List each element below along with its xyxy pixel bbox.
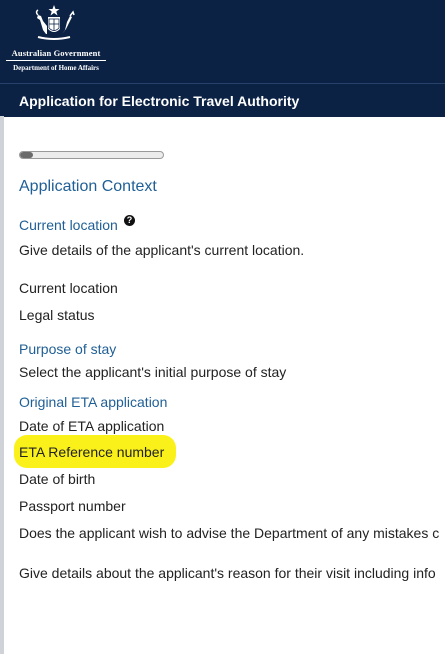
department-name: Department of Home Affairs <box>13 64 99 72</box>
current-location-description: Give details of the applicant's current … <box>19 242 305 258</box>
purpose-of-stay-description: Select the applicant's initial purpose o… <box>19 364 287 380</box>
mistakes-question: Does the applicant wish to advise the De… <box>19 525 440 541</box>
section-title: Application Context <box>19 178 157 195</box>
date-of-birth-field-label: Date of birth <box>19 471 96 487</box>
progress-bar <box>19 151 164 159</box>
left-border <box>0 116 4 654</box>
application-title-bar: Application for Electronic Travel Author… <box>0 83 445 117</box>
coat-of-arms-icon <box>35 5 75 40</box>
current-location-heading: Current location <box>19 217 118 233</box>
site-header: Australian Government Department of Home… <box>0 0 445 83</box>
application-title: Application for Electronic Travel Author… <box>19 93 300 109</box>
reason-description: Give details about the applicant's reaso… <box>19 565 436 581</box>
logo-divider <box>6 60 106 61</box>
passport-number-field-label: Passport number <box>19 498 126 514</box>
date-of-eta-field-label: Date of ETA application <box>19 418 165 434</box>
current-location-field-label: Current location <box>19 280 118 296</box>
government-logo[interactable]: Australian Government Department of Home… <box>0 2 112 74</box>
government-name: Australian Government <box>11 48 101 58</box>
original-eta-heading: Original ETA application <box>19 394 168 410</box>
legal-status-field-label: Legal status <box>19 307 95 323</box>
question-circle-icon[interactable]: ? <box>124 215 135 226</box>
progress-bar-fill <box>20 152 33 158</box>
purpose-of-stay-heading: Purpose of stay <box>19 341 117 357</box>
eta-reference-field-label: ETA Reference number <box>19 444 165 460</box>
